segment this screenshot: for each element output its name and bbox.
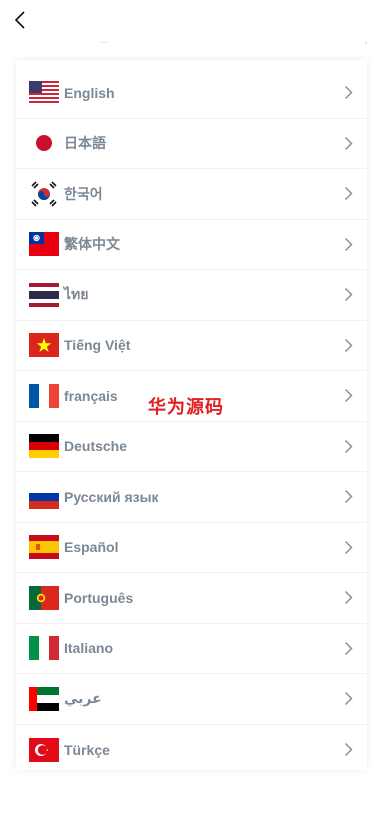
language-item-english[interactable]: English — [16, 68, 367, 119]
russia-flag-icon — [29, 484, 59, 509]
vietnam-flag-icon — [29, 333, 59, 358]
chevron-right-icon — [343, 489, 353, 505]
chevron-left-icon — [14, 11, 25, 29]
language-item-italian[interactable]: Italiano — [16, 624, 367, 674]
top-divider — [16, 40, 367, 46]
chevron-right-icon — [343, 438, 353, 454]
japan-flag-icon — [29, 131, 59, 156]
back-button[interactable] — [8, 8, 32, 32]
taiwan-flag-icon — [29, 232, 59, 257]
thailand-flag-icon — [29, 282, 59, 307]
language-label: Türkçe — [64, 741, 110, 758]
chevron-right-icon — [343, 388, 353, 404]
language-item-arabic[interactable]: عربي — [16, 674, 367, 725]
language-item-portuguese[interactable]: Português — [16, 573, 367, 624]
chevron-right-icon — [343, 590, 353, 606]
turkey-flag-icon — [29, 737, 59, 762]
language-label: 日本語 — [64, 135, 106, 152]
italy-flag-icon — [29, 636, 59, 661]
language-label: Tiếng Việt — [64, 337, 131, 354]
chevron-right-icon — [343, 337, 353, 353]
language-label: Русский язык — [64, 488, 159, 505]
language-label: English — [64, 84, 115, 101]
language-label: Español — [64, 539, 119, 556]
chevron-right-icon — [343, 640, 353, 656]
language-label: 繁体中文 — [64, 236, 120, 253]
chevron-right-icon — [343, 691, 353, 707]
germany-flag-icon — [29, 434, 59, 459]
language-item-korean[interactable]: 한국어 — [16, 169, 367, 220]
language-label: Português — [64, 589, 134, 606]
language-label: Italiano — [64, 640, 114, 657]
language-list: English 日本語 한국어 繁体中文 ไทย Tiếng Việt fran… — [16, 68, 367, 775]
us-flag-icon — [29, 80, 59, 105]
chevron-right-icon — [343, 287, 353, 303]
chevron-right-icon — [343, 85, 353, 101]
uae-flag-icon — [29, 686, 59, 711]
language-item-german[interactable]: Deutsche — [16, 422, 367, 472]
chevron-right-icon — [343, 742, 353, 758]
language-item-thai[interactable]: ไทย — [16, 270, 367, 321]
watermark-text: 华为源码 — [148, 397, 224, 418]
chevron-right-icon — [343, 135, 353, 151]
language-label: français — [64, 387, 118, 404]
language-label: 한국어 — [64, 185, 103, 202]
chevron-right-icon — [343, 186, 353, 202]
portugal-flag-icon — [29, 585, 59, 610]
language-item-spanish[interactable]: Español — [16, 523, 367, 573]
language-label: عربي — [64, 690, 102, 707]
language-item-vietnamese[interactable]: Tiếng Việt — [16, 321, 367, 371]
korea-flag-icon — [29, 180, 59, 207]
language-item-turkish[interactable]: Türkçe — [16, 725, 367, 776]
chevron-right-icon — [343, 236, 353, 252]
language-label: ไทย — [64, 285, 89, 302]
chevron-right-icon — [343, 539, 353, 555]
language-item-traditional-chinese[interactable]: 繁体中文 — [16, 220, 367, 270]
language-label: Deutsche — [64, 438, 128, 455]
language-item-russian[interactable]: Русский язык — [16, 472, 367, 523]
france-flag-icon — [29, 383, 59, 408]
spain-flag-icon — [29, 535, 59, 560]
language-item-japanese[interactable]: 日本語 — [16, 119, 367, 169]
